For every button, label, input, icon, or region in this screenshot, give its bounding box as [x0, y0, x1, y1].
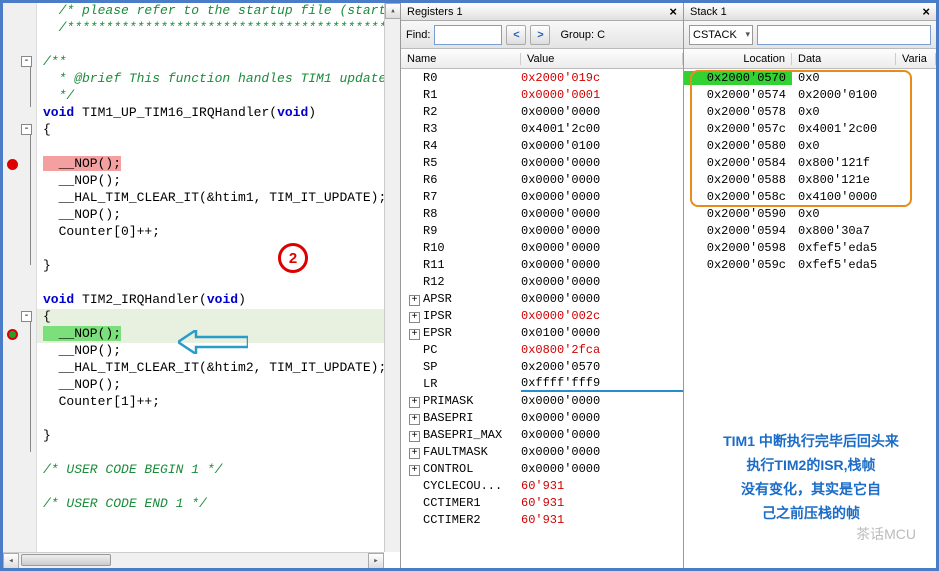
- scrollbar-vertical[interactable]: ▴: [384, 3, 400, 552]
- watermark: 茶话MCU: [856, 524, 916, 544]
- stack-list[interactable]: 0x2000'05700x00x2000'05740x2000'01000x20…: [684, 69, 936, 568]
- register-row[interactable]: R80x0000'0000: [401, 205, 683, 222]
- stack-combo[interactable]: CSTACK: [689, 25, 753, 45]
- register-row[interactable]: +CONTROL0x0000'0000: [401, 460, 683, 477]
- register-row[interactable]: R50x0000'0000: [401, 154, 683, 171]
- register-row[interactable]: R00x2000'019c: [401, 69, 683, 86]
- stack-row[interactable]: 0x2000'05700x0: [684, 69, 936, 86]
- fold-icon[interactable]: -: [21, 124, 32, 135]
- stack-row[interactable]: 0x2000'057c0x4001'2c00: [684, 120, 936, 137]
- register-row[interactable]: R70x0000'0000: [401, 188, 683, 205]
- scroll-up-icon[interactable]: ▴: [385, 3, 400, 19]
- register-row[interactable]: SP0x2000'0570: [401, 358, 683, 375]
- register-row[interactable]: PC0x0800'2fca: [401, 341, 683, 358]
- stack-row[interactable]: 0x2000'05980xfef5'eda5: [684, 239, 936, 256]
- register-row[interactable]: R20x0000'0000: [401, 103, 683, 120]
- expand-icon[interactable]: +: [409, 312, 420, 323]
- find-label: Find:: [406, 29, 430, 41]
- code-editor[interactable]: /* please refer to the startup file (sta…: [37, 3, 400, 552]
- register-row[interactable]: CYCLECOU...60'931: [401, 477, 683, 494]
- register-row[interactable]: R60x0000'0000: [401, 171, 683, 188]
- register-row[interactable]: +BASEPRI_MAX0x0000'0000: [401, 426, 683, 443]
- register-row[interactable]: R110x0000'0000: [401, 256, 683, 273]
- find-prev-button[interactable]: <: [506, 25, 526, 45]
- close-icon[interactable]: ×: [669, 4, 677, 19]
- register-row[interactable]: +PRIMASK0x0000'0000: [401, 392, 683, 409]
- find-input[interactable]: [434, 25, 502, 45]
- stack-row[interactable]: 0x2000'058c0x4100'0000: [684, 188, 936, 205]
- annotation-text: TIM1 中断执行完毕后回头来 执行TIM2的ISR,栈帧 没有变化，其实是它自…: [696, 429, 926, 525]
- stack-filter-input[interactable]: [757, 25, 931, 45]
- stack-title-bar: Stack 1 ×: [684, 3, 936, 21]
- register-row[interactable]: +IPSR0x0000'002c: [401, 307, 683, 324]
- expand-icon[interactable]: +: [409, 397, 420, 408]
- stack-row[interactable]: 0x2000'05900x0: [684, 205, 936, 222]
- arrow-icon: [178, 330, 248, 354]
- stack-row[interactable]: 0x2000'05880x800'121e: [684, 171, 936, 188]
- group-label: Group: C: [560, 29, 605, 41]
- registers-list[interactable]: R00x2000'019cR10x0000'0001R20x0000'0000R…: [401, 69, 683, 568]
- register-row[interactable]: R30x4001'2c00: [401, 120, 683, 137]
- register-row[interactable]: CCTIMER260'931: [401, 511, 683, 528]
- register-row[interactable]: +APSR0x0000'0000: [401, 290, 683, 307]
- stack-row[interactable]: 0x2000'05940x800'30a7: [684, 222, 936, 239]
- registers-title-bar: Registers 1 ×: [401, 3, 683, 21]
- stack-row[interactable]: 0x2000'05840x800'121f: [684, 154, 936, 171]
- code-gutter: - - -: [3, 3, 37, 552]
- breakpoint-active-icon[interactable]: [7, 329, 18, 340]
- register-row[interactable]: R100x0000'0000: [401, 239, 683, 256]
- scroll-left-icon[interactable]: ◂: [3, 553, 19, 568]
- register-row[interactable]: +FAULTMASK0x0000'0000: [401, 443, 683, 460]
- register-row[interactable]: R90x0000'0000: [401, 222, 683, 239]
- stack-row[interactable]: 0x2000'05740x2000'0100: [684, 86, 936, 103]
- register-row[interactable]: CCTIMER160'931: [401, 494, 683, 511]
- close-icon[interactable]: ×: [922, 4, 930, 19]
- annotation-circle: 2: [278, 243, 308, 273]
- register-row[interactable]: LR0xffff'fff9: [401, 375, 683, 392]
- register-row[interactable]: +EPSR0x0100'0000: [401, 324, 683, 341]
- stack-row[interactable]: 0x2000'05780x0: [684, 103, 936, 120]
- expand-icon[interactable]: +: [409, 295, 420, 306]
- expand-icon[interactable]: +: [409, 465, 420, 476]
- stack-row[interactable]: 0x2000'05800x0: [684, 137, 936, 154]
- expand-icon[interactable]: +: [409, 414, 420, 425]
- register-row[interactable]: R120x0000'0000: [401, 273, 683, 290]
- registers-header: Name Value: [401, 49, 683, 69]
- fold-icon[interactable]: -: [21, 311, 32, 322]
- stack-row[interactable]: 0x2000'059c0xfef5'eda5: [684, 256, 936, 273]
- register-row[interactable]: R40x0000'0100: [401, 137, 683, 154]
- register-row[interactable]: +BASEPRI0x0000'0000: [401, 409, 683, 426]
- expand-icon[interactable]: +: [409, 448, 420, 459]
- stack-header: Location Data Varia: [684, 49, 936, 69]
- find-next-button[interactable]: >: [530, 25, 550, 45]
- expand-icon[interactable]: +: [409, 431, 420, 442]
- expand-icon[interactable]: +: [409, 329, 420, 340]
- fold-icon[interactable]: -: [21, 56, 32, 67]
- breakpoint-icon[interactable]: [7, 159, 18, 170]
- register-row[interactable]: R10x0000'0001: [401, 86, 683, 103]
- scroll-right-icon[interactable]: ▸: [368, 553, 384, 568]
- scrollbar-horizontal[interactable]: ◂ ▸: [3, 552, 384, 568]
